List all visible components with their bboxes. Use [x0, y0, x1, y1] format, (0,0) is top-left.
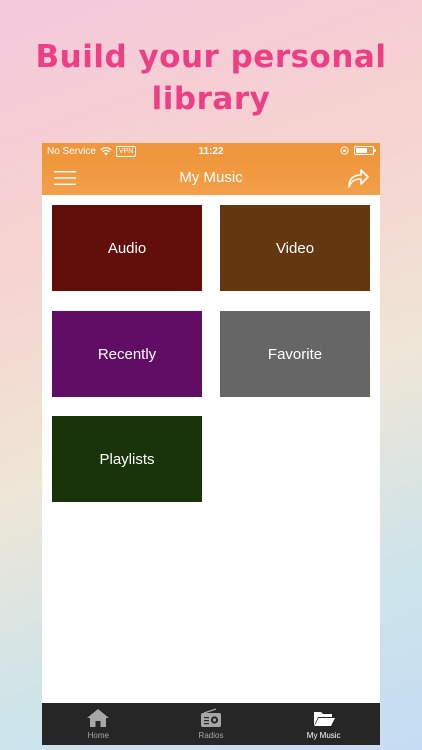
battery-icon [354, 146, 376, 155]
tab-my-music-label: My Music [306, 731, 341, 740]
recently-tile[interactable]: Recently [52, 311, 202, 397]
radio-icon [201, 708, 221, 727]
favorite-tile[interactable]: Favorite [220, 311, 370, 397]
playlists-tile[interactable]: Playlists [52, 416, 202, 502]
status-time: 11:22 [198, 146, 224, 157]
headline-line-2: library [151, 81, 271, 117]
page-title: My Music [179, 169, 243, 186]
status-bar: No Service VPN 11:22 [42, 143, 380, 161]
promo-headline: Build your personal library [0, 36, 422, 120]
tab-radios[interactable]: Radios [155, 703, 268, 745]
tab-home-label: Home [87, 731, 109, 740]
home-icon [87, 709, 110, 727]
headline-line-1: Build your personal [35, 39, 387, 75]
tab-radios-label: Radios [198, 731, 224, 740]
tab-home[interactable]: Home [42, 703, 155, 745]
tab-bar: Home Radios My Music [42, 703, 380, 745]
tab-my-music[interactable]: My Music [267, 703, 380, 745]
favorite-tile-label: Favorite [267, 345, 323, 363]
video-tile-label: Video [275, 239, 315, 257]
orientation-lock-icon [340, 146, 349, 155]
playlists-tile-label: Playlists [99, 450, 155, 468]
phone-screen: No Service VPN 11:22 My Music Audio Vide… [42, 143, 380, 745]
share-icon[interactable] [346, 167, 370, 189]
nav-bar: My Music [42, 161, 380, 195]
audio-tile-label: Audio [107, 239, 147, 257]
video-tile[interactable]: Video [220, 205, 370, 291]
folder-icon [313, 712, 335, 726]
recently-tile-label: Recently [97, 345, 157, 363]
library-grid: Audio Video Recently Favorite Playlists [42, 195, 380, 703]
audio-tile[interactable]: Audio [52, 205, 202, 291]
battery-fill [356, 148, 368, 153]
